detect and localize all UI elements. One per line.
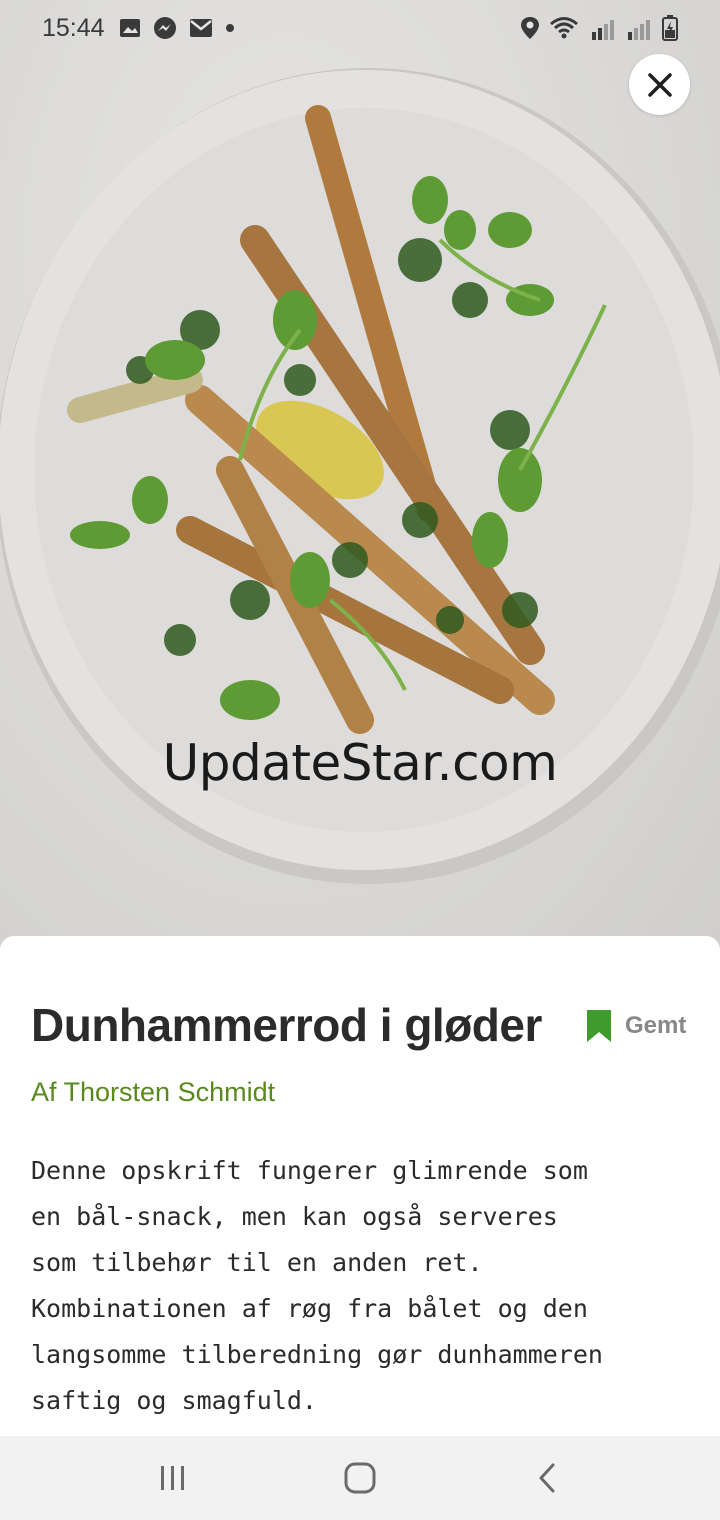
signal-icon [628,20,650,40]
close-icon [647,72,672,97]
signal-icon [592,20,614,40]
status-bar: 15:44 [0,0,720,56]
recent-apps-button[interactable] [133,1448,213,1508]
recipe-title: Dunhammerrod i gløder [31,999,542,1051]
location-icon [521,17,539,39]
battery-icon [662,15,678,41]
status-time: 15:44 [42,13,105,42]
wifi-icon [550,17,578,39]
system-icons [520,15,678,41]
recipe-description: Denne opskrift fungerer glimrende som en… [31,1156,603,1415]
save-label: Gemt [625,1012,687,1039]
image-icon [119,19,140,37]
recent-apps-icon [161,1466,185,1490]
recipe-author-link[interactable]: Af Thorsten Schmidt [31,1077,275,1108]
system-nav-bar [0,1436,720,1520]
save-button[interactable]: Gemt [585,1008,686,1044]
dot-icon [225,24,234,32]
bookmark-icon [587,1010,611,1042]
mail-icon [189,19,212,37]
back-icon [539,1463,555,1493]
messenger-icon [153,17,176,39]
back-button[interactable] [507,1448,587,1508]
recipe-hero-image: UpdateStar.com [0,0,720,960]
notification-icons [119,16,235,40]
close-button[interactable] [629,54,690,115]
home-icon [344,1462,376,1494]
home-button[interactable] [320,1448,400,1508]
food-photo [0,68,720,884]
watermark-text: UpdateStar.com [162,734,558,792]
